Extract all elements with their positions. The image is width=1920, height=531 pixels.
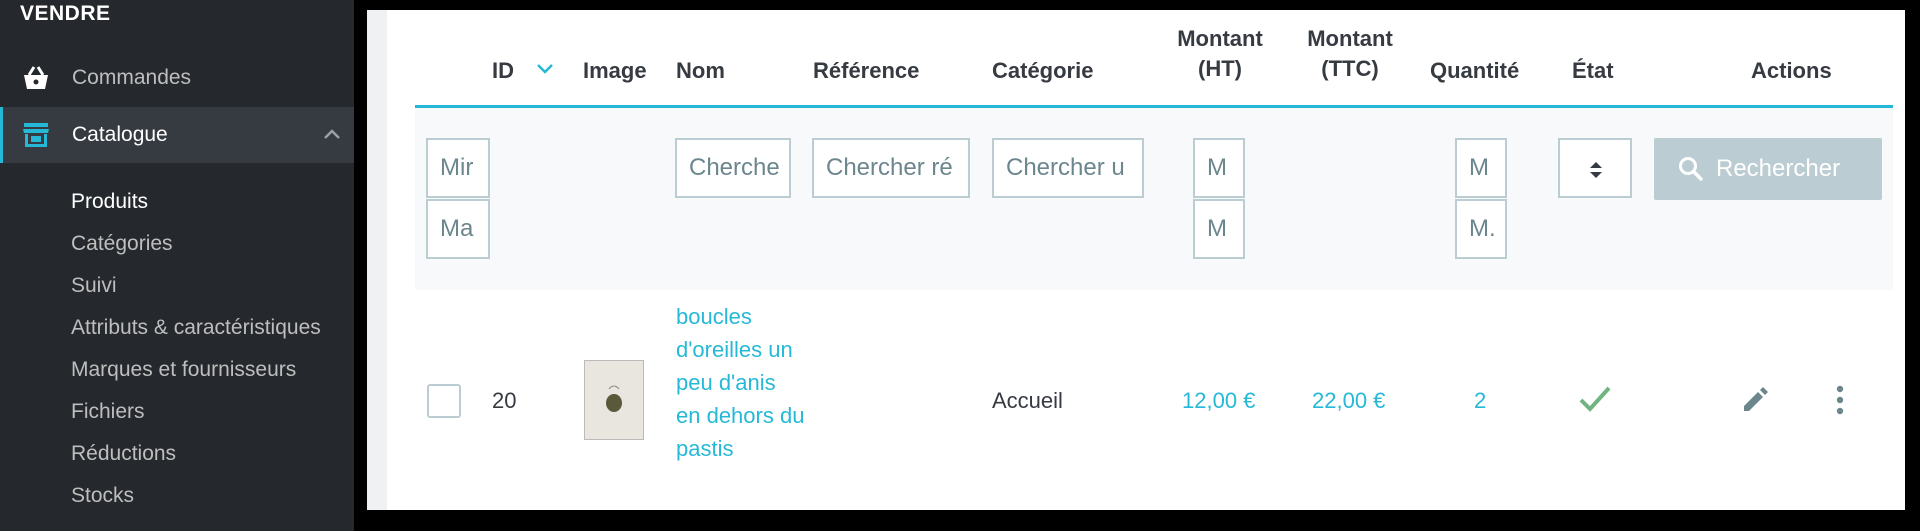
- subnav-item-fichiers[interactable]: Fichiers: [71, 398, 321, 440]
- product-thumbnail[interactable]: [584, 360, 644, 440]
- header-etat[interactable]: État: [1572, 56, 1614, 86]
- check-icon[interactable]: [1578, 384, 1612, 419]
- filter-ht-max-input[interactable]: M: [1193, 199, 1245, 259]
- subnav-item-stocks[interactable]: Stocks: [71, 482, 321, 524]
- search-icon: [1679, 157, 1703, 181]
- chevron-up-icon[interactable]: [320, 123, 344, 147]
- subnav: Produits Catégories Suivi Attributs & ca…: [71, 188, 321, 524]
- filter-etat-select[interactable]: [1558, 138, 1632, 198]
- filter-categorie-input[interactable]: Chercher u: [992, 138, 1144, 198]
- header-montant-ttc[interactable]: Montant (TTC): [1300, 24, 1400, 84]
- row-price-ht[interactable]: 12,00 €: [1182, 388, 1255, 414]
- nav-item-catalogue[interactable]: Catalogue: [0, 107, 354, 163]
- nav-item-commandes[interactable]: Commandes: [0, 50, 354, 106]
- filter-ht-min-input[interactable]: M: [1193, 138, 1245, 198]
- root: VENDRE Commandes Catalogue Produits Caté…: [0, 0, 1920, 531]
- subnav-item-suivi[interactable]: Suivi: [71, 272, 321, 314]
- row-checkbox[interactable]: [427, 384, 461, 418]
- filter-reference-input[interactable]: Chercher ré: [812, 138, 970, 198]
- filter-id-max-input[interactable]: Ma: [426, 199, 490, 259]
- subnav-item-categories[interactable]: Catégories: [71, 230, 321, 272]
- header-quantite[interactable]: Quantité: [1430, 56, 1519, 86]
- subnav-item-reductions[interactable]: Réductions: [71, 440, 321, 482]
- row-category: Accueil: [992, 388, 1063, 413]
- store-icon: [20, 119, 52, 151]
- header-montant-ht[interactable]: Montant (HT): [1170, 24, 1270, 84]
- header-image: Image: [583, 58, 647, 83]
- nav-label-commandes: Commandes: [72, 66, 192, 89]
- row-price-ttc[interactable]: 22,00 €: [1312, 388, 1385, 414]
- section-title: VENDRE: [20, 2, 111, 25]
- subnav-item-marques[interactable]: Marques et fournisseurs: [71, 356, 321, 398]
- filter-nom-input[interactable]: Cherche: [675, 138, 791, 198]
- row-quantity[interactable]: 2: [1474, 388, 1486, 414]
- header-id[interactable]: ID: [492, 56, 514, 86]
- header-actions: Actions: [1751, 58, 1832, 83]
- subnav-item-attributs[interactable]: Attributs & caractéristiques: [71, 314, 321, 356]
- header-categorie[interactable]: Catégorie: [992, 56, 1093, 86]
- header-nom[interactable]: Nom: [676, 56, 725, 86]
- header-reference[interactable]: Référence: [813, 56, 919, 86]
- sort-arrows-icon: [1590, 162, 1602, 178]
- product-name-link[interactable]: boucles d'oreilles un peu d'anis en deho…: [676, 300, 806, 465]
- filter-qty-min-input[interactable]: M: [1455, 138, 1507, 198]
- basket-icon: [20, 62, 52, 94]
- sort-down-icon[interactable]: [535, 62, 555, 81]
- filter-qty-max-input[interactable]: M.: [1455, 199, 1507, 259]
- more-vertical-icon[interactable]: [1828, 384, 1852, 423]
- search-button[interactable]: Rechercher: [1654, 138, 1882, 200]
- subnav-item-produits[interactable]: Produits: [71, 188, 321, 230]
- row-id: 20: [492, 388, 517, 413]
- edit-pencil-icon[interactable]: [1740, 384, 1770, 419]
- nav-label-catalogue: Catalogue: [72, 123, 168, 146]
- filter-id-min-input[interactable]: Mir: [426, 138, 490, 198]
- sidebar: VENDRE Commandes Catalogue Produits Caté…: [0, 0, 354, 531]
